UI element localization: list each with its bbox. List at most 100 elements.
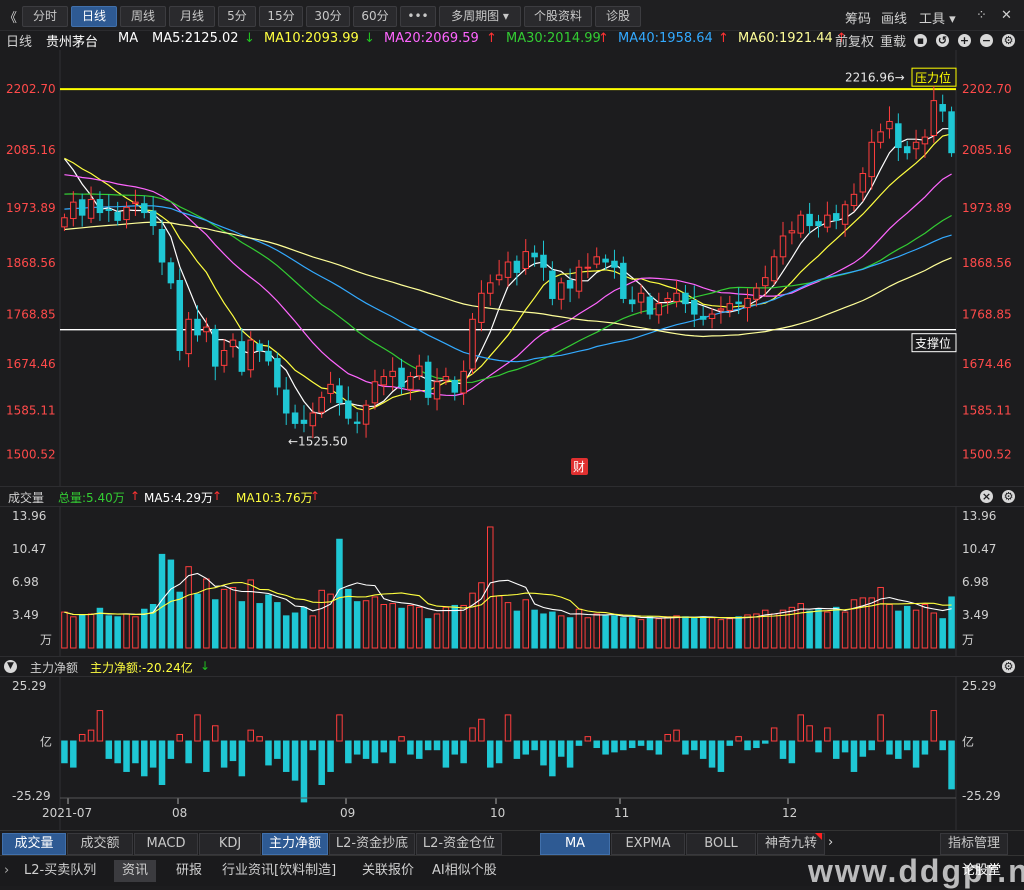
volume-bar[interactable] xyxy=(895,610,902,649)
volume-bar[interactable] xyxy=(105,615,113,649)
volume-bar[interactable] xyxy=(682,616,689,649)
candle[interactable] xyxy=(380,376,388,386)
flow-bar[interactable] xyxy=(256,736,263,742)
tab-period-10[interactable]: 个股资料 xyxy=(524,6,592,27)
volume-bar[interactable] xyxy=(371,596,379,649)
candle[interactable] xyxy=(815,221,822,227)
volume-bar[interactable] xyxy=(939,618,946,649)
volume-bar[interactable] xyxy=(850,599,858,649)
status-tab-4[interactable]: 关联报价 xyxy=(362,860,414,882)
indicator-tab-0[interactable]: 成交量 xyxy=(2,833,66,855)
price-chart[interactable]: 2202.70 2202.70 2085.16 2085.16 1973.89 1973.… xyxy=(0,50,1024,486)
flow-bar[interactable] xyxy=(460,740,467,764)
volume-bar[interactable] xyxy=(540,613,547,649)
flow-bar[interactable] xyxy=(948,740,955,790)
flow-bar[interactable] xyxy=(442,740,450,768)
candle[interactable] xyxy=(132,201,139,204)
flow-bar[interactable] xyxy=(646,740,654,751)
flow-bar[interactable] xyxy=(726,740,734,746)
flow-bar[interactable] xyxy=(895,740,902,759)
candle[interactable] xyxy=(229,339,237,348)
tools-menu-button[interactable]: 工具 ▾ xyxy=(919,8,956,27)
candle[interactable] xyxy=(824,214,831,228)
volume-bar[interactable] xyxy=(96,607,104,649)
candle[interactable] xyxy=(114,211,121,221)
reset-icon[interactable]: ↺ xyxy=(936,34,949,47)
flow-bar[interactable] xyxy=(211,725,219,742)
candle[interactable] xyxy=(868,141,875,178)
candle[interactable] xyxy=(398,367,405,388)
volume-bar[interactable] xyxy=(70,616,77,649)
status-tab-5[interactable]: AI相似个股 xyxy=(432,860,497,882)
flow-bar[interactable] xyxy=(682,740,689,755)
volume-bar[interactable] xyxy=(416,606,423,649)
candle[interactable] xyxy=(646,296,654,315)
candle[interactable] xyxy=(327,383,334,394)
overlay-button[interactable]: 重载 xyxy=(880,31,906,50)
flow-bar[interactable] xyxy=(930,710,938,742)
candle[interactable] xyxy=(717,308,725,311)
flow-bar[interactable] xyxy=(522,740,529,755)
candle[interactable] xyxy=(779,235,787,258)
volume-bar[interactable] xyxy=(398,607,405,649)
candle[interactable] xyxy=(141,203,148,214)
candle[interactable] xyxy=(744,297,751,309)
candle[interactable] xyxy=(96,199,104,214)
flow-bar[interactable] xyxy=(664,733,671,742)
candle[interactable] xyxy=(487,282,494,294)
volume-bar[interactable] xyxy=(921,604,929,649)
candle[interactable] xyxy=(61,217,68,228)
candle[interactable] xyxy=(416,365,423,377)
flow-bar[interactable] xyxy=(602,740,609,755)
volume-bar[interactable] xyxy=(531,609,538,649)
flow-bar[interactable] xyxy=(87,729,95,742)
candle[interactable] xyxy=(762,277,769,287)
flow-bar[interactable] xyxy=(655,740,663,755)
candle[interactable] xyxy=(691,300,698,315)
candle[interactable] xyxy=(708,313,716,319)
volume-bar[interactable] xyxy=(673,615,680,649)
flow-bar[interactable] xyxy=(176,733,184,742)
flow-bar[interactable] xyxy=(762,740,769,744)
volume-bar[interactable] xyxy=(602,615,609,649)
volume-bar[interactable] xyxy=(522,599,529,649)
candle[interactable] xyxy=(495,274,503,281)
candle[interactable] xyxy=(309,412,317,427)
candle[interactable] xyxy=(557,282,565,300)
flow-bar[interactable] xyxy=(779,740,787,759)
tab-period-8[interactable]: ••• xyxy=(400,6,436,27)
volume-chart[interactable]: 13.96 13.9610.47 10.476.98 6.983.49 3.49万万 xyxy=(0,506,1024,656)
flow-bar[interactable] xyxy=(203,740,210,772)
flow-bar[interactable] xyxy=(611,740,618,753)
candle[interactable] xyxy=(735,301,742,305)
candle[interactable] xyxy=(948,111,955,154)
volume-bar[interactable] xyxy=(247,579,254,649)
volume-bar[interactable] xyxy=(309,615,317,649)
volume-bar[interactable] xyxy=(442,606,450,649)
volume-bar[interactable] xyxy=(229,586,237,649)
candle[interactable] xyxy=(318,396,325,413)
candle[interactable] xyxy=(362,404,370,425)
candle[interactable] xyxy=(424,361,432,398)
flow-bar[interactable] xyxy=(886,740,893,755)
flow-bar[interactable] xyxy=(345,740,352,764)
zoom-out-icon[interactable]: − xyxy=(980,34,993,47)
volume-bar[interactable] xyxy=(220,588,228,649)
volume-bar[interactable] xyxy=(726,618,734,649)
flow-bar[interactable] xyxy=(903,740,911,751)
volume-bar[interactable] xyxy=(353,601,361,649)
flow-bar[interactable] xyxy=(584,736,592,742)
volume-bar[interactable] xyxy=(877,586,884,649)
volume-bar[interactable] xyxy=(912,609,920,649)
volume-bar[interactable] xyxy=(886,604,893,649)
flow-bar[interactable] xyxy=(859,740,867,757)
candle[interactable] xyxy=(895,123,902,148)
tabs-more-icon[interactable]: › xyxy=(828,835,833,850)
volume-bar[interactable] xyxy=(256,603,263,649)
candle[interactable] xyxy=(611,260,618,268)
flow-bar[interactable] xyxy=(549,740,556,777)
volume-bar[interactable] xyxy=(274,602,281,649)
flow-bar[interactable] xyxy=(61,740,68,764)
flow-bar[interactable] xyxy=(274,740,281,759)
flow-bar[interactable] xyxy=(504,714,512,742)
